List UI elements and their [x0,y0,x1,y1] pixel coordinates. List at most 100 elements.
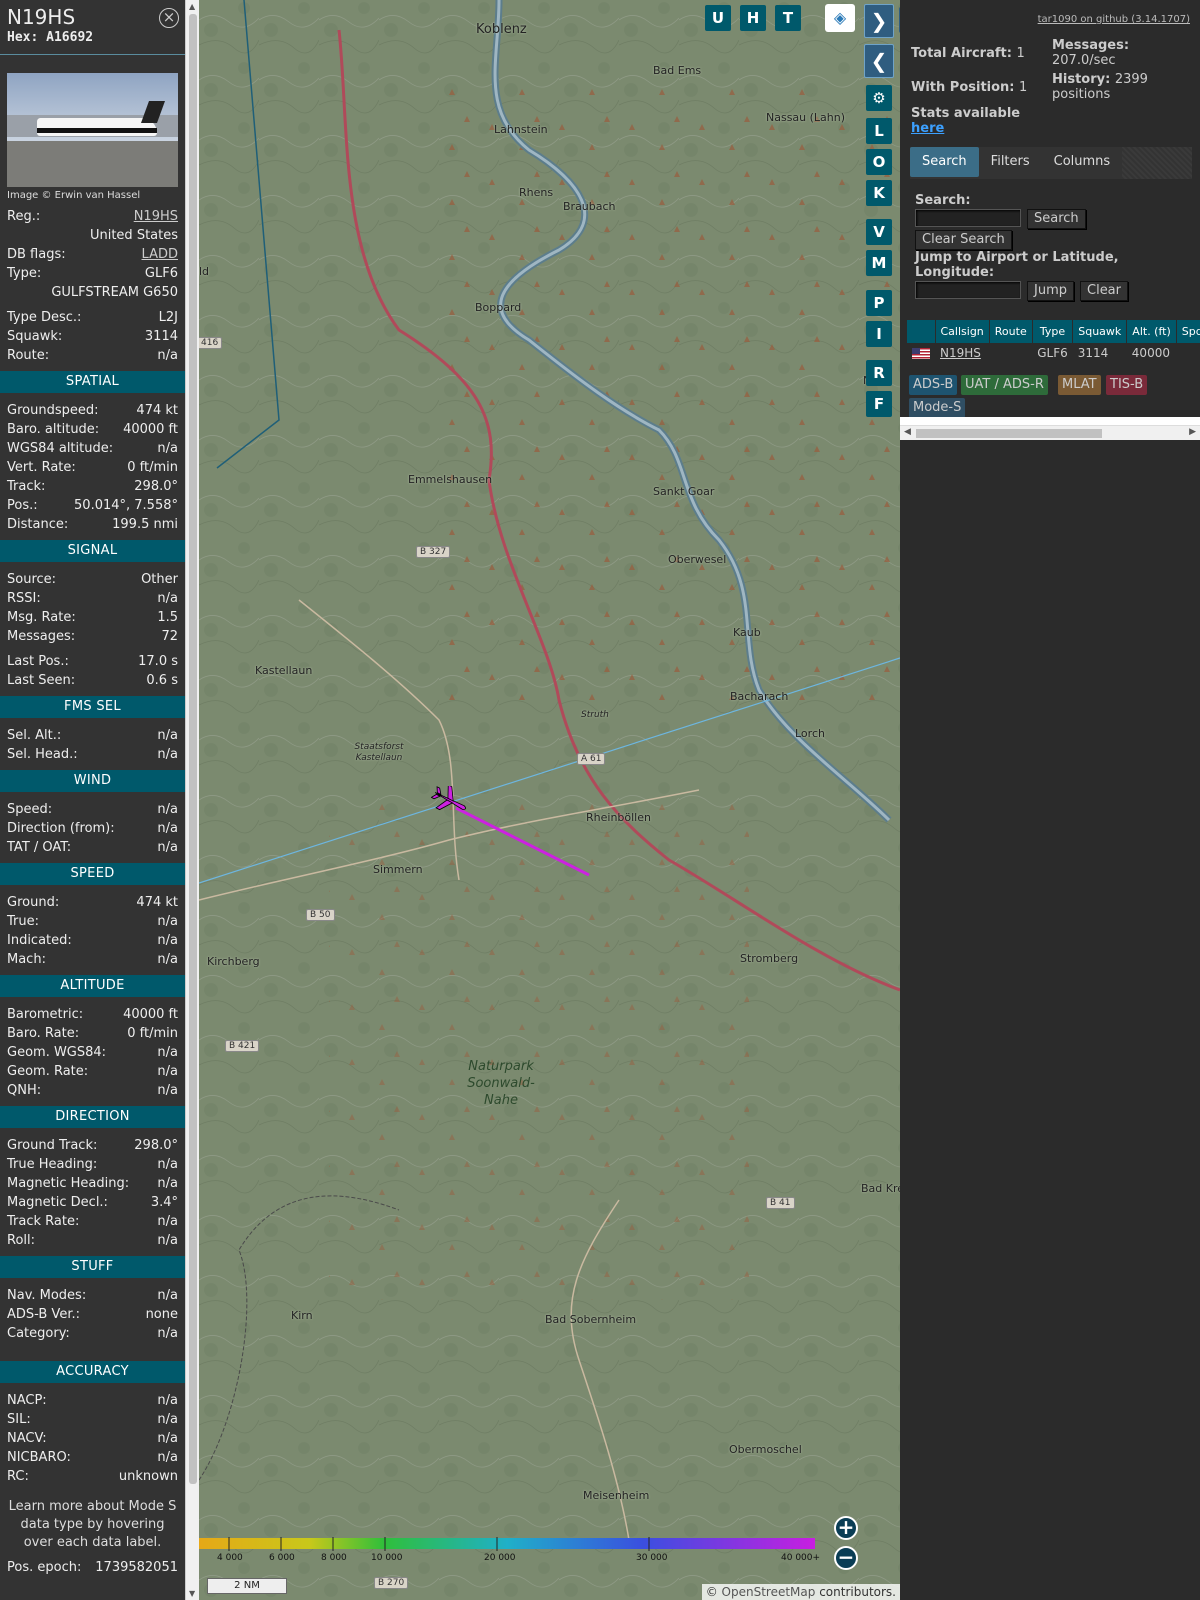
field-label[interactable]: Ground: [7,893,59,912]
field-label[interactable]: NACV: [7,1429,47,1448]
map-button-t[interactable]: T [775,5,801,31]
field-label[interactable]: Last Pos.: [7,652,69,671]
field-label[interactable]: Indicated: [7,931,72,950]
field-label[interactable]: Last Seen: [7,671,75,690]
field-label[interactable]: Magnetic Heading: [7,1174,129,1193]
section-header-altitude: ALTITUDE [0,975,185,997]
field-value: n/a [157,728,178,743]
field-label[interactable]: Pos.: [7,496,38,515]
field-label[interactable]: Nav. Modes: [7,1286,86,1305]
field-label[interactable]: Messages: [7,627,75,646]
table-row[interactable]: N19HS GLF6 3114 40000 [907,343,1200,363]
field-label[interactable]: RC: [7,1467,29,1486]
table-horizontal-scrollbar[interactable]: ◀ ▶ [900,425,1200,440]
col-callsign[interactable]: Callsign [935,320,990,343]
field-label[interactable]: Track Rate: [7,1212,79,1231]
field-label[interactable]: QNH: [7,1081,41,1100]
field-label[interactable]: True Heading: [7,1155,97,1174]
field-value: n/a [157,952,178,967]
field-value: 50.014°, 7.558° [74,498,178,513]
field-label[interactable]: Direction (from): [7,819,115,838]
zoom-out-icon[interactable]: − [834,1546,858,1570]
osm-link[interactable]: OpenStreetMap [722,1585,816,1599]
tab-search[interactable]: Search [910,147,979,177]
city-label: Simmern [373,863,423,876]
close-icon[interactable]: × [159,8,179,28]
row-callsign[interactable]: N19HS [935,343,989,363]
field-label[interactable]: Baro. Rate: [7,1024,79,1043]
col-speed[interactable]: Spd. [1176,320,1200,343]
github-link[interactable]: tar1090 on github (3.14.1707) [1038,14,1190,25]
jump-button[interactable]: Jump [1027,281,1074,301]
tab-columns[interactable]: Columns [1042,147,1123,177]
map-button-i[interactable]: I [866,321,892,347]
aircraft-photo[interactable] [7,73,178,187]
map-button-o[interactable]: O [866,149,892,175]
search-button[interactable]: Search [1027,209,1086,229]
field-label[interactable]: RSSI: [7,589,41,608]
map-button-u[interactable]: U [705,5,731,31]
field-value: n/a [157,1214,178,1229]
field-label[interactable]: Vert. Rate: [7,458,76,477]
sidebar-scrollbar[interactable]: ▲ ▼ [185,0,199,1600]
field-label[interactable]: Sel. Head.: [7,745,78,764]
field-label[interactable]: Sel. Alt.: [7,726,61,745]
ladd-link[interactable]: LADD [142,245,178,264]
field-label[interactable]: Groundspeed: [7,401,98,420]
accuracy-row: NICBARO: n/a [0,1448,185,1467]
photo-credit: Image © Erwin van Hassel [7,190,141,201]
map-button-k[interactable]: K [866,180,892,206]
section-header-wind: WIND [0,770,185,792]
direction-row: Roll: n/a [0,1231,185,1250]
reg-link[interactable]: N19HS [134,207,178,226]
field-label[interactable]: Category: [7,1324,70,1343]
field-label[interactable]: TAT / OAT: [7,838,71,857]
tab-filters[interactable]: Filters [979,147,1042,177]
field-label[interactable]: WGS84 altitude: [7,439,113,458]
col-route[interactable]: Route [989,320,1033,343]
accuracy-row: NACV: n/a [0,1429,185,1448]
field-label[interactable]: NACP: [7,1391,47,1410]
map-button-l[interactable]: L [866,118,892,144]
field-label[interactable]: ADS-B Ver.: [7,1305,80,1324]
field-label[interactable]: Geom. Rate: [7,1062,88,1081]
field-label[interactable]: Mach: [7,950,46,969]
clear-button[interactable]: Clear [1080,281,1128,301]
map-button-p[interactable]: P [866,290,892,316]
jump-input[interactable] [915,281,1021,299]
search-input[interactable] [915,209,1021,227]
map-button-m[interactable]: M [866,250,892,276]
field-label[interactable]: Ground Track: [7,1136,97,1155]
col-type[interactable]: Type [1032,320,1074,343]
field-label[interactable]: Distance: [7,515,68,534]
aircraft-marker-icon[interactable] [431,786,471,816]
field-value: n/a [157,1288,178,1303]
field-label[interactable]: SIL: [7,1410,31,1429]
field-label[interactable]: True: [7,912,39,931]
map-button-v[interactable]: V [866,219,892,245]
col-squawk[interactable]: Squawk [1072,320,1128,343]
stats-here-link[interactable]: here [911,121,944,136]
layers-icon[interactable]: ◈ [825,4,855,32]
field-label[interactable]: Track: [7,477,45,496]
map-button-r[interactable]: R [866,360,892,386]
col-alt[interactable]: Alt. (ft) [1126,320,1177,343]
field-label[interactable]: Magnetic Decl.: [7,1193,108,1212]
map-button-f[interactable]: F [866,391,892,417]
field-label[interactable]: NICBARO: [7,1448,71,1467]
field-label[interactable]: Barometric: [7,1005,83,1024]
settings-gear-icon[interactable]: ⚙ [866,85,892,111]
field-label[interactable]: Baro. altitude: [7,420,99,439]
map-button-h[interactable]: H [740,5,766,31]
clear-search-button[interactable]: Clear Search [915,230,1012,250]
map-view[interactable]: Koblenz Bad Ems Lahnstein Nassau (Lahn) … [199,0,900,1600]
field-label[interactable]: Msg. Rate: [7,608,76,627]
field-value: n/a [157,747,178,762]
field-label[interactable]: Roll: [7,1231,35,1250]
collapse-left-icon[interactable]: ❮ [864,44,894,78]
field-label[interactable]: Source: [7,570,56,589]
expand-right-icon[interactable]: ❯ [864,4,894,38]
zoom-in-icon[interactable]: + [834,1516,858,1540]
field-label[interactable]: Speed: [7,800,52,819]
field-label[interactable]: Geom. WGS84: [7,1043,106,1062]
